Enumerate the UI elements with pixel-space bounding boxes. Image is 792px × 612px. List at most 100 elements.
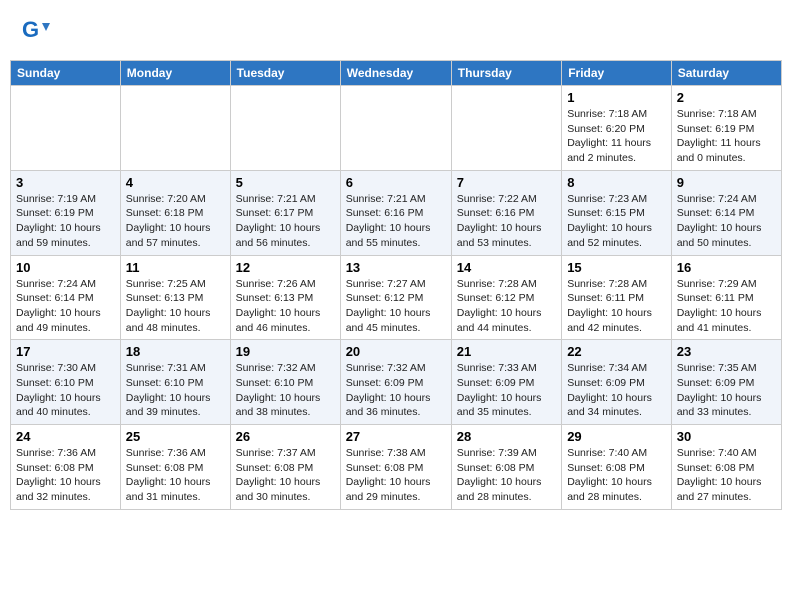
- column-header-saturday: Saturday: [671, 61, 781, 86]
- calendar-cell: 25 Sunrise: 7:36 AM Sunset: 6:08 PM Dayli…: [120, 425, 230, 510]
- day-info: Sunrise: 7:26 AM Sunset: 6:13 PM Dayligh…: [236, 277, 335, 336]
- calendar-cell: 3 Sunrise: 7:19 AM Sunset: 6:19 PM Daylig…: [11, 170, 121, 255]
- calendar-week-2: 3 Sunrise: 7:19 AM Sunset: 6:19 PM Daylig…: [11, 170, 782, 255]
- calendar-cell: 23 Sunrise: 7:35 AM Sunset: 6:09 PM Dayli…: [671, 340, 781, 425]
- calendar-cell: 16 Sunrise: 7:29 AM Sunset: 6:11 PM Dayli…: [671, 255, 781, 340]
- day-number: 13: [346, 260, 446, 275]
- calendar-cell: 19Sunrise: 7:32 AM Sunset: 6:10 PM Dayli…: [230, 340, 340, 425]
- day-info: Sunrise: 7:37 AM Sunset: 6:08 PM Dayligh…: [236, 446, 335, 505]
- day-number: 8: [567, 175, 666, 190]
- day-number: 22: [567, 344, 666, 359]
- day-info: Sunrise: 7:30 AM Sunset: 6:10 PM Dayligh…: [16, 361, 115, 420]
- calendar-cell: 26 Sunrise: 7:37 AM Sunset: 6:08 PM Dayli…: [230, 425, 340, 510]
- day-number: 1: [567, 90, 666, 105]
- calendar-cell: 5Sunrise: 7:21 AM Sunset: 6:17 PM Daylig…: [230, 170, 340, 255]
- day-info: Sunrise: 7:21 AM Sunset: 6:16 PM Dayligh…: [346, 192, 446, 251]
- calendar-cell: 9 Sunrise: 7:24 AM Sunset: 6:14 PM Daylig…: [671, 170, 781, 255]
- logo: G: [20, 15, 52, 45]
- calendar-cell: 6 Sunrise: 7:21 AM Sunset: 6:16 PM Daylig…: [340, 170, 451, 255]
- day-number: 9: [677, 175, 776, 190]
- day-number: 6: [346, 175, 446, 190]
- column-header-wednesday: Wednesday: [340, 61, 451, 86]
- day-number: 24: [16, 429, 115, 444]
- calendar-cell: 12Sunrise: 7:26 AM Sunset: 6:13 PM Dayli…: [230, 255, 340, 340]
- calendar-cell: 22 Sunrise: 7:34 AM Sunset: 6:09 PM Dayli…: [562, 340, 672, 425]
- day-info: Sunrise: 7:39 AM Sunset: 6:08 PM Dayligh…: [457, 446, 556, 505]
- day-number: 16: [677, 260, 776, 275]
- day-number: 20: [346, 344, 446, 359]
- calendar-cell: [340, 86, 451, 171]
- calendar-cell: 18 Sunrise: 7:31 AM Sunset: 6:10 PM Dayli…: [120, 340, 230, 425]
- column-header-sunday: Sunday: [11, 61, 121, 86]
- column-header-tuesday: Tuesday: [230, 61, 340, 86]
- calendar-cell: 17Sunrise: 7:30 AM Sunset: 6:10 PM Dayli…: [11, 340, 121, 425]
- day-number: 27: [346, 429, 446, 444]
- day-info: Sunrise: 7:32 AM Sunset: 6:10 PM Dayligh…: [236, 361, 335, 420]
- day-info: Sunrise: 7:36 AM Sunset: 6:08 PM Dayligh…: [126, 446, 225, 505]
- day-info: Sunrise: 7:34 AM Sunset: 6:09 PM Dayligh…: [567, 361, 666, 420]
- day-number: 30: [677, 429, 776, 444]
- calendar-week-1: 1 Sunrise: 7:18 AM Sunset: 6:20 PM Daylig…: [11, 86, 782, 171]
- calendar-cell: 1 Sunrise: 7:18 AM Sunset: 6:20 PM Daylig…: [562, 86, 672, 171]
- day-info: Sunrise: 7:38 AM Sunset: 6:08 PM Dayligh…: [346, 446, 446, 505]
- day-info: Sunrise: 7:36 AM Sunset: 6:08 PM Dayligh…: [16, 446, 115, 505]
- day-number: 14: [457, 260, 556, 275]
- day-number: 21: [457, 344, 556, 359]
- calendar-week-3: 10 Sunrise: 7:24 AM Sunset: 6:14 PM Dayli…: [11, 255, 782, 340]
- calendar-week-5: 24 Sunrise: 7:36 AM Sunset: 6:08 PM Dayli…: [11, 425, 782, 510]
- calendar-cell: 27 Sunrise: 7:38 AM Sunset: 6:08 PM Dayli…: [340, 425, 451, 510]
- calendar-week-4: 17Sunrise: 7:30 AM Sunset: 6:10 PM Dayli…: [11, 340, 782, 425]
- day-info: Sunrise: 7:25 AM Sunset: 6:13 PM Dayligh…: [126, 277, 225, 336]
- day-info: Sunrise: 7:21 AM Sunset: 6:17 PM Dayligh…: [236, 192, 335, 251]
- calendar-cell: 20 Sunrise: 7:32 AM Sunset: 6:09 PM Dayli…: [340, 340, 451, 425]
- day-number: 3: [16, 175, 115, 190]
- calendar-cell: 15 Sunrise: 7:28 AM Sunset: 6:11 PM Dayli…: [562, 255, 672, 340]
- calendar-cell: 30 Sunrise: 7:40 AM Sunset: 6:08 PM Dayli…: [671, 425, 781, 510]
- day-info: Sunrise: 7:33 AM Sunset: 6:09 PM Dayligh…: [457, 361, 556, 420]
- calendar-header-row: SundayMondayTuesdayWednesdayThursdayFrid…: [11, 61, 782, 86]
- day-number: 7: [457, 175, 556, 190]
- day-info: Sunrise: 7:24 AM Sunset: 6:14 PM Dayligh…: [16, 277, 115, 336]
- day-number: 11: [126, 260, 225, 275]
- day-info: Sunrise: 7:18 AM Sunset: 6:20 PM Dayligh…: [567, 107, 666, 166]
- calendar-cell: 21 Sunrise: 7:33 AM Sunset: 6:09 PM Dayli…: [451, 340, 561, 425]
- day-number: 18: [126, 344, 225, 359]
- calendar-cell: 11 Sunrise: 7:25 AM Sunset: 6:13 PM Dayli…: [120, 255, 230, 340]
- day-info: Sunrise: 7:19 AM Sunset: 6:19 PM Dayligh…: [16, 192, 115, 251]
- day-info: Sunrise: 7:18 AM Sunset: 6:19 PM Dayligh…: [677, 107, 776, 166]
- calendar-cell: [230, 86, 340, 171]
- column-header-thursday: Thursday: [451, 61, 561, 86]
- calendar-cell: 24 Sunrise: 7:36 AM Sunset: 6:08 PM Dayli…: [11, 425, 121, 510]
- calendar-cell: 7 Sunrise: 7:22 AM Sunset: 6:16 PM Daylig…: [451, 170, 561, 255]
- day-info: Sunrise: 7:28 AM Sunset: 6:12 PM Dayligh…: [457, 277, 556, 336]
- page-header: G: [10, 10, 782, 50]
- day-info: Sunrise: 7:31 AM Sunset: 6:10 PM Dayligh…: [126, 361, 225, 420]
- calendar-cell: 13 Sunrise: 7:27 AM Sunset: 6:12 PM Dayli…: [340, 255, 451, 340]
- day-number: 2: [677, 90, 776, 105]
- day-info: Sunrise: 7:22 AM Sunset: 6:16 PM Dayligh…: [457, 192, 556, 251]
- day-number: 15: [567, 260, 666, 275]
- calendar-cell: [451, 86, 561, 171]
- day-number: 4: [126, 175, 225, 190]
- day-number: 25: [126, 429, 225, 444]
- day-number: 28: [457, 429, 556, 444]
- svg-text:G: G: [22, 17, 39, 42]
- day-info: Sunrise: 7:35 AM Sunset: 6:09 PM Dayligh…: [677, 361, 776, 420]
- calendar-cell: 4 Sunrise: 7:20 AM Sunset: 6:18 PM Daylig…: [120, 170, 230, 255]
- day-number: 26: [236, 429, 335, 444]
- day-number: 10: [16, 260, 115, 275]
- calendar-cell: 28 Sunrise: 7:39 AM Sunset: 6:08 PM Dayli…: [451, 425, 561, 510]
- column-header-friday: Friday: [562, 61, 672, 86]
- day-info: Sunrise: 7:29 AM Sunset: 6:11 PM Dayligh…: [677, 277, 776, 336]
- day-info: Sunrise: 7:28 AM Sunset: 6:11 PM Dayligh…: [567, 277, 666, 336]
- day-info: Sunrise: 7:20 AM Sunset: 6:18 PM Dayligh…: [126, 192, 225, 251]
- calendar-cell: [120, 86, 230, 171]
- calendar-cell: 29Sunrise: 7:40 AM Sunset: 6:08 PM Dayli…: [562, 425, 672, 510]
- column-header-monday: Monday: [120, 61, 230, 86]
- day-info: Sunrise: 7:32 AM Sunset: 6:09 PM Dayligh…: [346, 361, 446, 420]
- day-info: Sunrise: 7:24 AM Sunset: 6:14 PM Dayligh…: [677, 192, 776, 251]
- day-info: Sunrise: 7:27 AM Sunset: 6:12 PM Dayligh…: [346, 277, 446, 336]
- day-number: 23: [677, 344, 776, 359]
- day-info: Sunrise: 7:40 AM Sunset: 6:08 PM Dayligh…: [677, 446, 776, 505]
- day-info: Sunrise: 7:40 AM Sunset: 6:08 PM Dayligh…: [567, 446, 666, 505]
